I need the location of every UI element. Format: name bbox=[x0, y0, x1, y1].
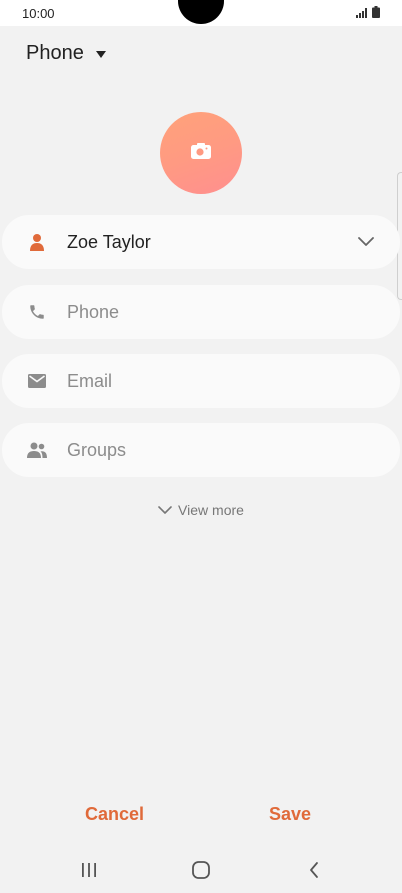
status-bar: 10:00 bbox=[0, 0, 402, 26]
status-time: 10:00 bbox=[22, 6, 55, 21]
save-button[interactable]: Save bbox=[269, 804, 311, 825]
camera-icon bbox=[190, 142, 212, 165]
account-selector[interactable]: Phone bbox=[26, 42, 106, 65]
email-placeholder: Email bbox=[67, 370, 113, 391]
chevron-down-icon bbox=[158, 502, 172, 518]
name-value: Zoe Taylor bbox=[67, 231, 151, 252]
navigation-bar bbox=[0, 846, 402, 893]
home-icon[interactable] bbox=[189, 858, 213, 882]
phone-icon bbox=[26, 301, 48, 323]
back-icon[interactable] bbox=[302, 858, 326, 882]
phone-field[interactable]: Phone bbox=[2, 285, 400, 339]
status-icons bbox=[356, 6, 380, 18]
chevron-down-icon[interactable] bbox=[356, 232, 376, 252]
bottom-actions: Cancel Save bbox=[0, 796, 402, 832]
email-icon bbox=[26, 370, 48, 392]
battery-icon bbox=[372, 6, 380, 18]
account-label: Phone bbox=[26, 42, 84, 64]
view-more-button[interactable]: View more bbox=[0, 502, 402, 518]
add-photo-button[interactable] bbox=[160, 112, 242, 194]
groups-icon bbox=[26, 439, 48, 461]
camera-notch bbox=[178, 0, 224, 24]
view-more-label: View more bbox=[178, 502, 244, 518]
groups-placeholder: Groups bbox=[67, 439, 127, 460]
person-icon bbox=[26, 231, 48, 253]
cancel-button[interactable]: Cancel bbox=[85, 804, 144, 825]
screen: 10:00 Phone Zoe Taylor Phone Email Group… bbox=[0, 0, 402, 893]
recents-icon[interactable] bbox=[77, 858, 101, 882]
phone-placeholder: Phone bbox=[67, 301, 120, 322]
groups-field[interactable]: Groups bbox=[2, 423, 400, 477]
email-field[interactable]: Email bbox=[2, 354, 400, 408]
caret-down-icon bbox=[95, 51, 106, 58]
signal-icon bbox=[356, 8, 368, 18]
name-field[interactable]: Zoe Taylor bbox=[2, 215, 400, 269]
